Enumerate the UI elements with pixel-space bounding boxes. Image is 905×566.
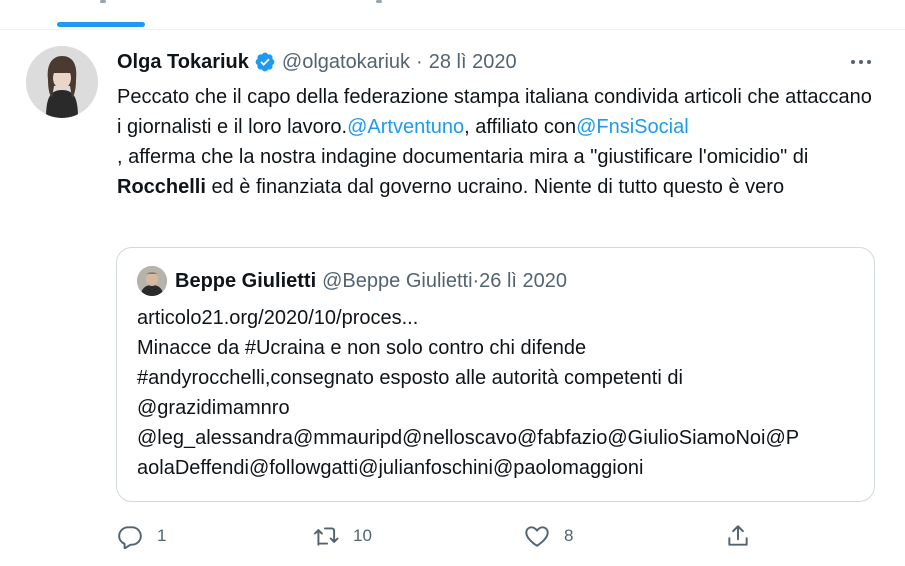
- author-avatar-photo: [26, 46, 98, 118]
- tweet-text-part: , affiliato con: [464, 116, 577, 138]
- share-button[interactable]: [725, 520, 751, 552]
- quoted-tweet[interactable]: Beppe Giulietti @Beppe Giulietti ·26 lì …: [116, 247, 875, 502]
- reply-count: 1: [157, 526, 167, 545]
- quoted-tweet-text: articolo21.org/2020/10/proces... Minacce…: [137, 303, 857, 483]
- share-icon: [728, 525, 748, 546]
- quoted-text-line: Minacce da #Ucraina e non solo contro ch…: [137, 337, 587, 359]
- tweet-text: Peccato che il capo della federazione st…: [117, 82, 877, 202]
- like-count: 8: [564, 526, 574, 545]
- tab-label-fragment: [376, 0, 382, 3]
- top-tab-bar: [0, 0, 905, 30]
- mention-link[interactable]: @Artventuno: [347, 116, 464, 138]
- tab-label-fragment: [100, 0, 106, 3]
- quoted-author-avatar-photo: [137, 266, 167, 296]
- quoted-author-name: Beppe Giulietti: [175, 269, 317, 292]
- more-options-icon[interactable]: [846, 50, 876, 74]
- quoted-text-line: articolo21.org/2020/10/proces...: [137, 307, 419, 329]
- quoted-text-line: #andyrocchelli,consegnato esposto alle a…: [137, 367, 683, 389]
- tweet-text-part: ed è finanziata dal governo ucraino. Nie…: [205, 176, 785, 198]
- quoted-tweet-date: ·26 lì 2020: [472, 269, 568, 292]
- quoted-author-avatar: [137, 266, 167, 296]
- retweet-icon: [313, 527, 339, 546]
- tweet-card[interactable]: Olga Tokariuk @olgatokariuk · 28 lì 2020…: [0, 30, 905, 566]
- mention-link[interactable]: @FnsiSocial: [576, 116, 689, 138]
- retweet-count: 10: [353, 526, 372, 545]
- tweet-text-bold: Rocchelli: [117, 176, 206, 198]
- tweet-text-part: , afferma che la nostra indagine documen…: [117, 146, 809, 168]
- reply-icon: [118, 526, 142, 549]
- quoted-text-line: aolaDeffendi@followgatti@julianfoschini@…: [137, 457, 644, 479]
- author-name[interactable]: Olga Tokariuk: [117, 51, 249, 74]
- author-avatar[interactable]: [26, 46, 98, 118]
- quoted-author-handle: @Beppe Giulietti: [322, 269, 473, 292]
- tweet-header: Olga Tokariuk @olgatokariuk · 28 lì 2020: [117, 48, 517, 76]
- quoted-text-line: @leg_alessandra@mmauripd@nelloscavo@fabf…: [137, 427, 800, 449]
- tweet-date[interactable]: 28 lì 2020: [429, 51, 517, 74]
- quoted-tweet-header: Beppe Giulietti @Beppe Giulietti ·26 lì …: [137, 266, 567, 296]
- retweet-button[interactable]: 10: [313, 520, 372, 552]
- active-tab-indicator: [57, 22, 145, 27]
- tweet-actions: 1 10 8: [117, 520, 757, 552]
- like-icon: [525, 526, 549, 547]
- reply-button[interactable]: 1: [117, 520, 166, 552]
- author-handle[interactable]: @olgatokariuk: [282, 51, 410, 74]
- quoted-text-line: @grazidimamnro: [137, 397, 290, 419]
- meta-separator: ·: [416, 50, 423, 73]
- like-button[interactable]: 8: [524, 520, 573, 552]
- verified-badge-icon: [255, 52, 275, 72]
